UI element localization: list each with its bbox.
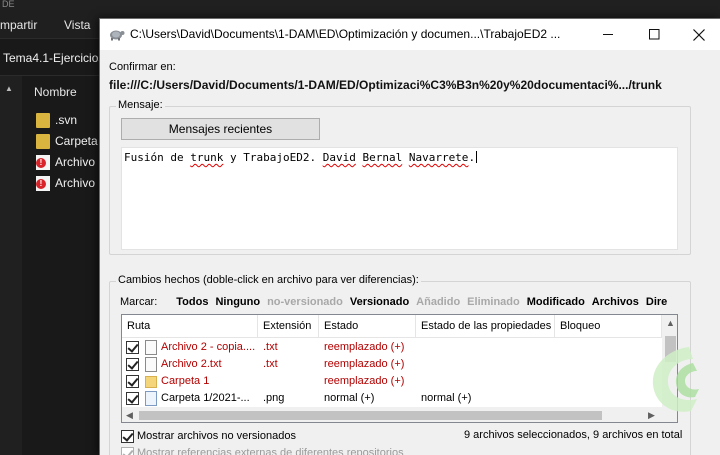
table-row[interactable]: Carpeta 1/2021-... .png normal (+) norma… [122,390,662,407]
horizontal-scroll-thumb[interactable] [139,411,602,420]
column-path[interactable]: Ruta [122,315,258,338]
conflict-file-icon [36,175,50,191]
file-name: Archivo [55,176,96,190]
row-extension: .txt [263,341,278,353]
folder-icon [145,376,157,388]
selection-status: 9 archivos seleccionados, 9 archivos en … [464,429,683,441]
text-file-icon [145,340,157,355]
show-externals-checkbox[interactable] [121,447,134,455]
row-extension: .png [263,392,285,404]
show-externals-label: Mostrar referencias externas de diferent… [137,447,404,455]
file-name: .svn [55,113,78,127]
message-group-title: Mensaje: [116,99,165,111]
scroll-up-icon[interactable]: ▲ [666,318,675,328]
filter-deleted: Eliminado [467,296,520,308]
tortoisesvn-watermark-icon [652,347,699,412]
dialog-titlebar[interactable]: C:\Users\David\Documents\1-DAM\ED\Optimi… [100,19,720,50]
confirm-label: Confirmar en: [109,61,176,73]
row-property-status: normal (+) [421,392,472,404]
image-file-icon [145,391,157,406]
column-extension[interactable]: Extensión [258,315,319,338]
scroll-left-icon[interactable]: ◀ [126,410,133,421]
row-checkbox[interactable] [126,358,139,371]
file-name: Archivo [55,155,96,169]
tortoise-icon [110,30,125,41]
text-file-icon [145,357,157,372]
explorer-file-item[interactable]: Archivo [36,153,95,171]
close-button[interactable] [676,19,720,50]
changes-group-title: Cambios hechos (doble-click en archivo p… [116,274,421,286]
folder-icon [36,112,50,128]
explorer-file-item[interactable]: .svn [36,111,77,129]
show-unversioned-label: Mostrar archivos no versionados [137,430,296,442]
row-path: Carpeta 1/2021-... [161,392,250,404]
filter-files[interactable]: Archivos [592,296,639,308]
recent-messages-button[interactable]: Mensajes recientes [121,118,320,140]
row-path: Carpeta 1 [161,375,210,387]
horizontal-scrollbar[interactable]: ◀ ▶ [122,407,677,422]
row-property-status [421,373,554,390]
column-status[interactable]: Estado [319,315,416,338]
dialog-title: C:\Users\David\Documents\1-DAM\ED\Optimi… [130,27,561,41]
filter-added: Añadido [416,296,461,308]
row-checkbox[interactable] [126,375,139,388]
row-status: reemplazado (+) [324,375,405,387]
filter-modified[interactable]: Modificado [527,296,585,308]
row-extension: .txt [263,358,278,370]
text-caret [476,151,478,163]
filter-label: Marcar: [120,296,158,308]
filter-unversioned: no-versionado [267,296,343,308]
filter-none[interactable]: Ninguno [215,296,260,308]
explorer-nav-pane[interactable]: ▲ [0,76,22,455]
maximize-icon [648,29,659,40]
minimize-button[interactable] [585,19,631,50]
filter-bar: Marcar: Todos Ninguno no-versionado Versiona… [120,296,674,308]
maximize-button[interactable] [631,19,677,50]
changes-list-header: Ruta Extensión Estado Estado de las prop… [122,315,662,338]
row-path: Archivo 2 - copia.... [161,341,256,353]
row-path: Archivo 2.txt [161,358,222,370]
menu-vista[interactable]: Vista [64,18,90,32]
table-row[interactable]: Archivo 2.txt .txt reemplazado (+) [122,356,662,373]
explorer-file-item[interactable]: Archivo [36,174,95,192]
row-status: normal (+) [324,392,375,404]
commit-message-text: Fusión de trunk y TrabajoED2. David Bern… [124,151,478,164]
explorer-column-name[interactable]: Nombre [34,85,77,99]
filter-all[interactable]: Todos [176,296,208,308]
file-name: Carpeta [55,134,98,148]
minimize-icon [602,34,613,35]
commit-message-input[interactable]: Fusión de trunk y TrabajoED2. David Bern… [121,147,678,250]
changes-list[interactable]: Ruta Extensión Estado Estado de las prop… [121,314,678,423]
row-property-status [421,339,554,356]
row-status: reemplazado (+) [324,341,405,353]
scroll-up-icon[interactable]: ▲ [5,84,13,93]
explorer-file-item[interactable]: Carpeta [36,132,98,150]
row-property-status [421,356,554,373]
show-unversioned-checkbox[interactable] [121,430,134,443]
column-property-status[interactable]: Estado de las propiedades [416,315,555,338]
conflict-file-icon [36,154,50,170]
repository-url: file:///C:/Users/David/Documents/1-DAM/E… [109,78,662,92]
column-lock[interactable]: Bloqueo [555,315,662,338]
close-icon [693,28,705,41]
row-extension [263,373,318,390]
table-row[interactable]: Archivo 2 - copia.... .txt reemplazado (… [122,339,662,356]
commit-dialog: C:\Users\David\Documents\1-DAM\ED\Optimi… [99,18,720,455]
row-checkbox[interactable] [126,392,139,405]
menu-compartir[interactable]: mpartir [0,18,37,32]
explorer-title-strip: DE [0,0,720,10]
row-status: reemplazado (+) [324,358,405,370]
filter-directories[interactable]: Dire [646,296,667,308]
filter-versioned[interactable]: Versionado [350,296,409,308]
row-checkbox[interactable] [126,341,139,354]
conflict-folder-icon [36,133,50,149]
table-row[interactable]: Carpeta 1 reemplazado (+) [122,373,662,390]
explorer-path: Tema4.1-Ejercicios [3,51,105,65]
